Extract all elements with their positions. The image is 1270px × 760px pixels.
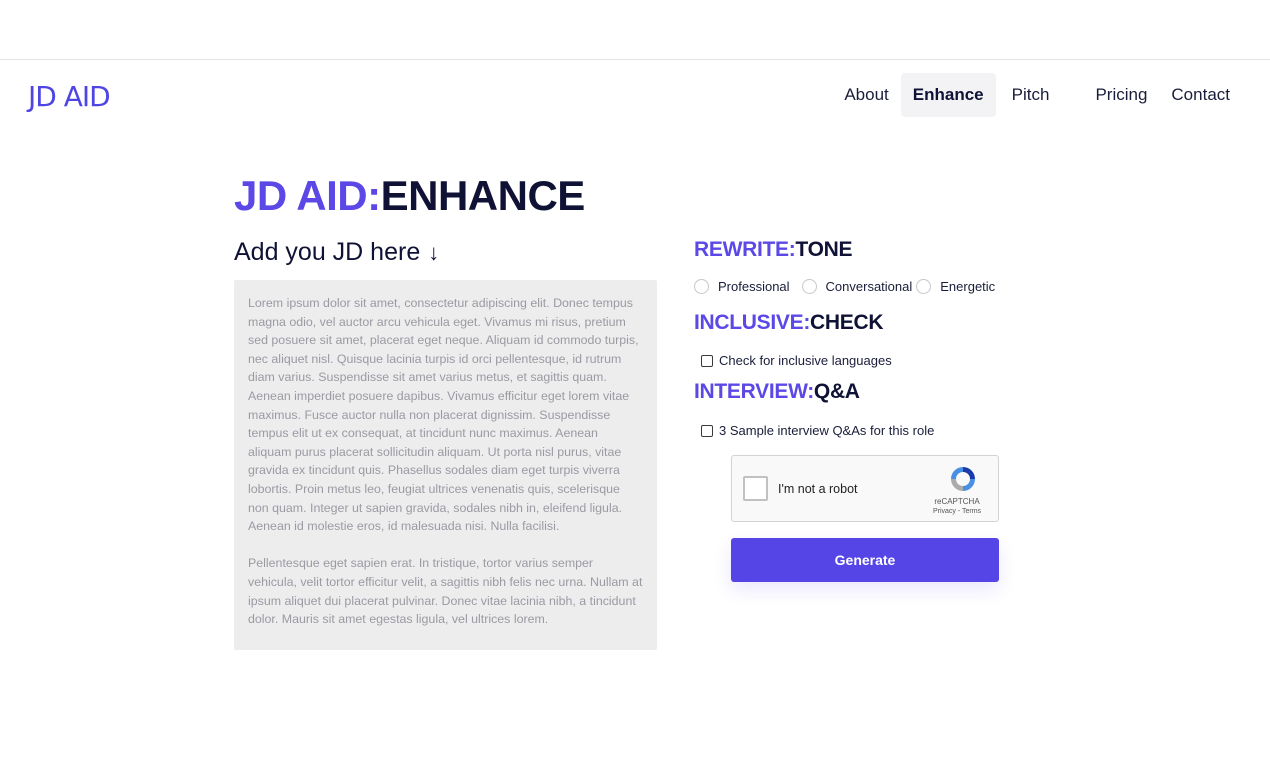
- inclusive-heading: INCLUSIVE:CHECK: [694, 311, 883, 335]
- tone-heading-main: TONE: [795, 238, 853, 261]
- inclusive-checkbox-label[interactable]: Check for inclusive languages: [719, 353, 892, 368]
- tone-options: Professional Conversational Energetic: [694, 279, 1007, 294]
- recaptcha-checkbox[interactable]: [743, 476, 768, 501]
- interview-heading: INTERVIEW:Q&A: [694, 380, 860, 404]
- tone-label-professional[interactable]: Professional: [718, 279, 790, 294]
- main-nav: About Enhance Pitch Pricing Contact: [832, 73, 1242, 117]
- jd-paragraph: Pellentesque eget sapien erat. In tristi…: [248, 556, 643, 627]
- jd-textarea[interactable]: Lorem ipsum dolor sit amet, consectetur …: [234, 280, 657, 650]
- logo[interactable]: JD AID: [28, 80, 111, 113]
- recaptcha-widget: I'm not a robot reCAPTCHA Privacy - Term…: [731, 455, 999, 522]
- generate-button[interactable]: Generate: [731, 538, 999, 582]
- tone-label-conversational[interactable]: Conversational: [826, 279, 913, 294]
- inclusive-checkbox[interactable]: [701, 354, 713, 367]
- jd-paragraph: Lorem ipsum dolor sit amet, consectetur …: [248, 296, 639, 534]
- recaptcha-brand: reCAPTCHA: [934, 497, 980, 506]
- interview-heading-main: Q&A: [813, 380, 860, 403]
- jd-label: Add you JD here ↓: [234, 238, 439, 267]
- interview-heading-accent: INTERVIEW:: [694, 380, 814, 403]
- interview-checkbox[interactable]: [701, 424, 713, 437]
- nav-item-enhance[interactable]: Enhance: [900, 73, 996, 117]
- nav-item-contact[interactable]: Contact: [1159, 73, 1242, 117]
- page-title-main: ENHANCE: [380, 172, 586, 219]
- nav-item-about[interactable]: About: [832, 73, 900, 117]
- tone-heading: REWRITE:TONE: [694, 238, 852, 262]
- recaptcha-links[interactable]: Privacy - Terms: [927, 508, 987, 515]
- tone-heading-accent: REWRITE:: [694, 238, 796, 261]
- tone-label-energetic[interactable]: Energetic: [940, 279, 995, 294]
- jd-label-text: Add you JD here: [234, 238, 421, 266]
- tone-radio-energetic[interactable]: [916, 279, 932, 294]
- inclusive-heading-main: CHECK: [810, 311, 884, 334]
- inclusive-heading-accent: INCLUSIVE:: [694, 311, 811, 334]
- inclusive-check-row[interactable]: Check for inclusive languages: [701, 353, 892, 368]
- recaptcha-logo-icon: [951, 467, 975, 491]
- interview-checkbox-label[interactable]: 3 Sample interview Q&As for this role: [719, 423, 934, 438]
- tone-radio-professional[interactable]: [694, 279, 709, 294]
- nav-item-pricing[interactable]: Pricing: [1083, 73, 1159, 117]
- header-divider: [0, 59, 1270, 60]
- page-title: JD AID:ENHANCE: [234, 172, 585, 220]
- interview-check-row[interactable]: 3 Sample interview Q&As for this role: [701, 423, 934, 438]
- nav-item-pitch[interactable]: Pitch: [1000, 73, 1062, 117]
- jd-text: Lorem ipsum dolor sit amet, consectetur …: [248, 294, 643, 629]
- arrow-down-icon: ↓: [428, 240, 440, 265]
- page-title-accent: JD AID:: [234, 172, 381, 219]
- tone-radio-conversational[interactable]: [801, 279, 817, 294]
- recaptcha-label: I'm not a robot: [778, 482, 858, 496]
